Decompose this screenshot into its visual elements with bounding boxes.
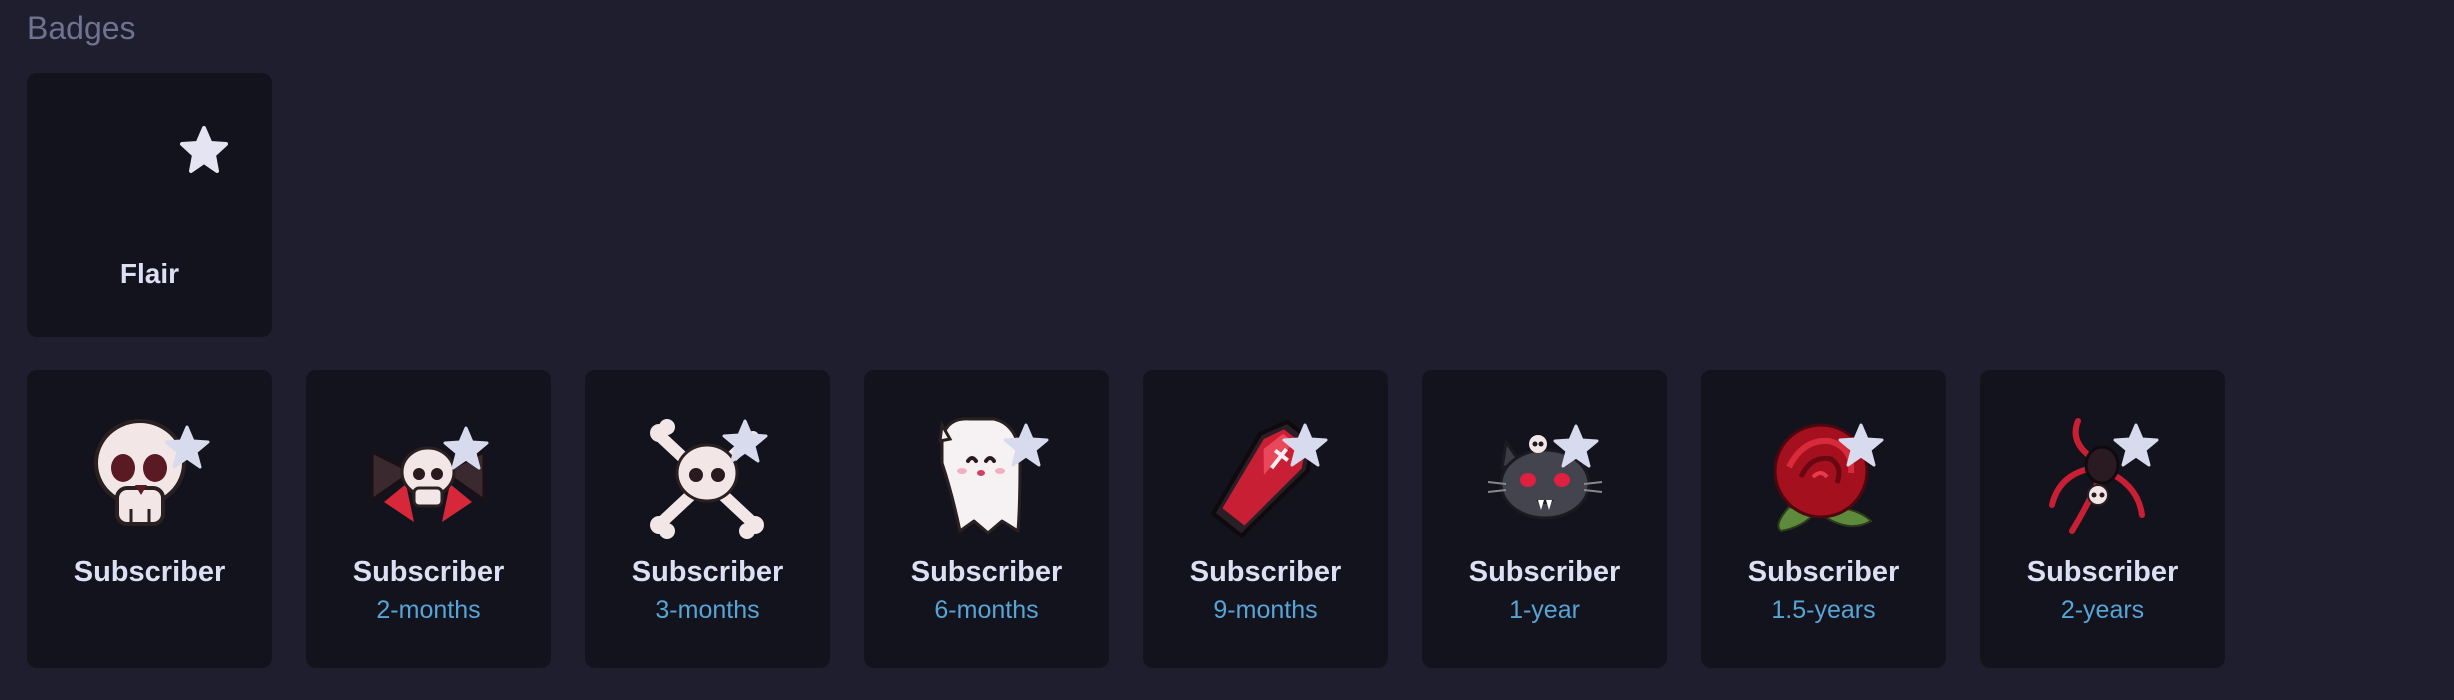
badge-label: Subscriber [73,556,226,588]
badge-card-subscriber-3-months[interactable]: Subscriber 3-months [585,370,830,668]
skull-icon [85,413,215,533]
skull-bow-icon [364,422,494,532]
badge-card-subscriber-1-5-years[interactable]: Subscriber 1.5-years [1701,370,1946,668]
badge-label: Subscriber [1468,556,1621,588]
badge-card-flair[interactable]: Flair [27,73,272,337]
ghost-icon [922,413,1052,538]
badge-label: Subscriber [2026,556,2179,588]
badge-label: Subscriber [1189,556,1342,588]
badge-tier: 9-months [1213,596,1318,624]
badge-label: Subscriber [352,556,505,588]
skull-crossbones-icon [643,415,773,539]
badge-tier: 6-months [934,596,1039,624]
badge-tier: 3-months [655,596,760,624]
coffin-icon [1201,415,1331,540]
badge-label: Subscriber [631,556,784,588]
rose-icon [1759,415,1889,540]
badge-card-subscriber-2-months[interactable]: Subscriber 2-months [306,370,551,668]
spider-icon [2038,415,2168,540]
badge-tier: 1-year [1509,596,1580,624]
badge-tier: 2-months [376,596,481,624]
badge-card-subscriber-2-years[interactable]: Subscriber 2-years [1980,370,2225,668]
badges-section-title: Badges [27,10,136,46]
badge-tier: 2-years [2060,596,2145,624]
badge-label: Flair [119,258,180,289]
badge-card-subscriber-9-months[interactable]: Subscriber 9-months [1143,370,1388,668]
badge-card-subscriber-1-year[interactable]: Subscriber 1-year [1422,370,1667,668]
star-icon [179,125,229,175]
badge-card-subscriber[interactable]: Subscriber [27,370,272,668]
badge-card-subscriber-6-months[interactable]: Subscriber 6-months [864,370,1109,668]
vampire-cat-icon [1480,422,1610,532]
badge-tier: 1.5-years [1771,596,1876,624]
badge-label: Subscriber [910,556,1063,588]
badge-label: Subscriber [1747,556,1900,588]
